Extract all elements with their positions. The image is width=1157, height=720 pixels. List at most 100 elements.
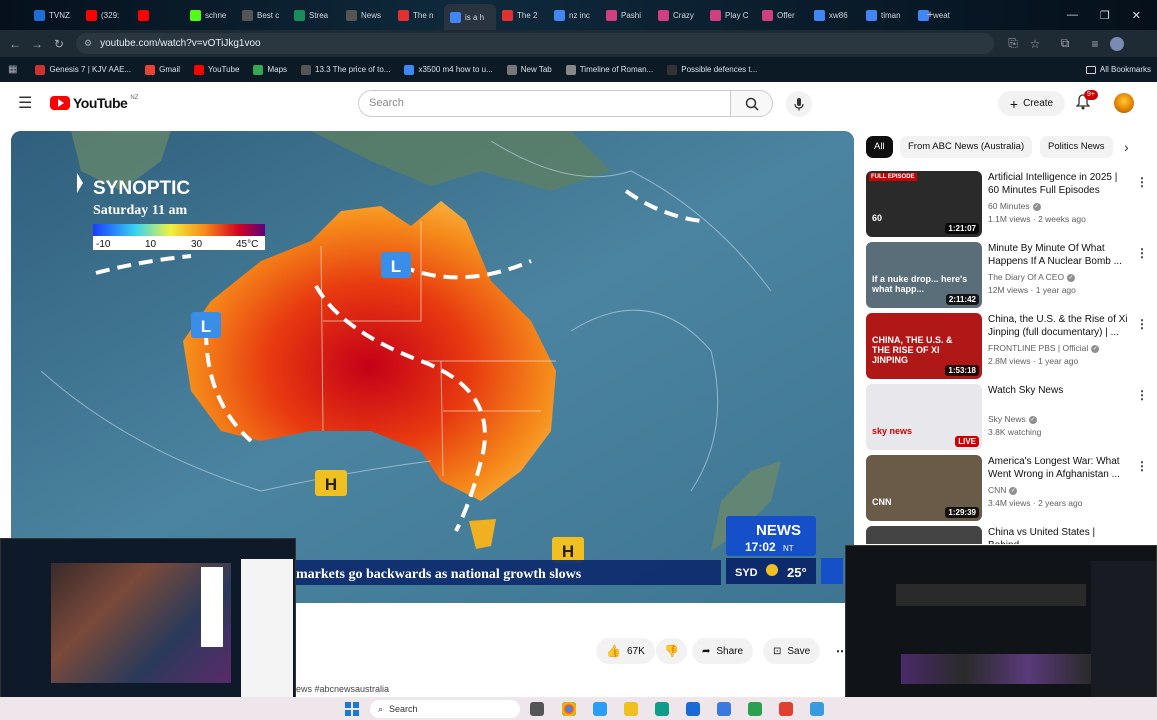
video-player[interactable]: L L H H SYNOPTIC Saturday 11 am -10 10 3… xyxy=(11,131,854,603)
recommendation-item[interactable]: FULL EPISODE 60 1:21:07 Artificial Intellig… xyxy=(866,171,1152,237)
video-thumbnail[interactable]: CHINA, THE U.S. & THE RISE OF XI JINPING… xyxy=(866,313,982,379)
more-options-icon[interactable]: ⋮ xyxy=(1136,388,1148,402)
edge-taskbar-icon[interactable] xyxy=(655,702,669,716)
more-options-icon[interactable]: ⋮ xyxy=(1136,317,1148,331)
recommendation-title[interactable]: China, the U.S. & the Rise of Xi Jinping… xyxy=(988,313,1128,339)
recommendation-title[interactable]: Artificial Intelligence in 2025 | 60 Min… xyxy=(988,171,1128,197)
save-button[interactable]: ⊡ Save xyxy=(763,638,821,664)
youtube-logo[interactable]: YouTube NZ xyxy=(50,95,138,111)
site-info-icon[interactable]: ⚙ xyxy=(84,38,92,49)
browser-tab[interactable]: Pashi xyxy=(600,4,652,26)
apps-grid-icon[interactable]: ▦ xyxy=(8,64,17,75)
browser-tab[interactable]: schne xyxy=(184,4,236,26)
notifications-button[interactable]: 9+ xyxy=(1075,90,1098,115)
voice-search-button[interactable] xyxy=(786,91,812,117)
url-field[interactable]: ⚙ youtube.com/watch?v=vOTiJkg1voo xyxy=(76,33,994,54)
bookmark-item[interactable]: Genesis 7 | KJV AAE... xyxy=(35,64,131,75)
video-thumbnail[interactable]: sky news LIVE xyxy=(866,384,982,450)
app-taskbar-icon-6[interactable] xyxy=(810,702,824,716)
bookmark-item[interactable]: YouTube xyxy=(194,64,239,75)
app-taskbar-icon-3[interactable] xyxy=(717,702,731,716)
recommendation-item[interactable]: sky news LIVE Watch Sky News Sky News ✓ 3.8K … xyxy=(866,384,1152,450)
browser-tab[interactable]: nz inc xyxy=(548,4,600,26)
browser-tab[interactable]: is a h xyxy=(444,4,496,30)
browser-tab[interactable]: Crazy xyxy=(652,4,704,26)
browser-tab[interactable]: Best c xyxy=(236,4,288,26)
filter-chip[interactable]: Politics News xyxy=(1040,136,1113,158)
sidebar-icon[interactable]: ≡ xyxy=(1084,37,1106,51)
more-options-icon[interactable]: ⋮ xyxy=(1136,459,1148,473)
chips-next-icon[interactable]: › xyxy=(1124,139,1129,155)
more-options-icon[interactable]: ⋮ xyxy=(1136,246,1148,260)
close-window-button[interactable]: ✕ xyxy=(1132,9,1141,22)
browser-tab[interactable]: Offer xyxy=(756,4,808,26)
like-button[interactable]: 👍 67K xyxy=(596,638,655,664)
bookmark-item[interactable]: New Tab xyxy=(506,64,552,75)
browser-tab[interactable] xyxy=(132,4,184,26)
dislike-button[interactable]: 👎 xyxy=(656,638,687,664)
browser-tab[interactable]: Play C xyxy=(704,4,756,26)
browser-tab[interactable]: TVNZ xyxy=(28,4,80,26)
create-button[interactable]: + Create xyxy=(998,91,1065,116)
browser-tab[interactable]: The 2 xyxy=(496,4,548,26)
filter-chip[interactable]: All xyxy=(866,136,893,158)
minimize-button[interactable]: — xyxy=(1067,9,1078,21)
bookmark-item[interactable]: Gmail xyxy=(145,64,180,75)
recommendation-title[interactable]: China vs United States | Behind xyxy=(988,526,1128,544)
bookmark-item[interactable]: Maps xyxy=(253,64,287,75)
recommendation-item[interactable]: CHINA, THE U.S. & THE RISE OF XI JINPING… xyxy=(866,313,1152,379)
bookmark-item[interactable]: x3500 m4 how to u... xyxy=(404,64,493,75)
channel-name[interactable]: FRONTLINE PBS | Official ✓ xyxy=(988,343,1100,353)
channel-name[interactable]: The Diary Of A CEO ✓ xyxy=(988,272,1076,282)
reload-icon[interactable]: ↻ xyxy=(48,37,70,51)
filter-chip[interactable]: From ABC News (Australia) xyxy=(900,136,1033,158)
browser-tab[interactable]: The n xyxy=(392,4,444,26)
bookmark-item[interactable]: 13.3 The price of to... xyxy=(301,64,390,75)
video-thumbnail[interactable]: CNN 1:29:39 xyxy=(866,455,982,521)
recommendation-title[interactable]: America's Longest War: What Went Wrong i… xyxy=(988,455,1128,481)
channel-name[interactable]: Sky News ✓ xyxy=(988,414,1037,424)
bookmark-item[interactable]: Timeline of Roman... xyxy=(565,64,653,75)
recommendation-title[interactable]: Minute By Minute Of What Happens If A Nu… xyxy=(988,242,1128,268)
recommendation-item[interactable]: China vs United States | Behind xyxy=(866,526,1152,544)
app-taskbar-icon-2[interactable] xyxy=(686,702,700,716)
menu-icon[interactable]: ☰ xyxy=(18,93,32,113)
recommendation-title[interactable]: Watch Sky News xyxy=(988,384,1128,397)
app-taskbar-icon-1[interactable] xyxy=(593,702,607,716)
browser-tab[interactable]: weat xyxy=(912,4,964,26)
windows-start-icon[interactable] xyxy=(345,702,359,716)
file-explorer-icon[interactable] xyxy=(624,702,638,716)
forward-icon[interactable]: → xyxy=(26,37,48,51)
search-button[interactable] xyxy=(730,90,773,117)
video-thumbnail[interactable] xyxy=(866,526,982,544)
app-taskbar-icon-4[interactable] xyxy=(748,702,762,716)
taskbar-search[interactable]: ⌕ Search xyxy=(370,700,520,718)
bookmark-item[interactable]: Possible defences t... xyxy=(667,64,757,75)
maximize-button[interactable]: ❐ xyxy=(1100,9,1110,22)
video-thumbnail[interactable]: If a nuke drop... here's what happ... 2:1… xyxy=(866,242,982,308)
channel-name[interactable]: CNN ✓ xyxy=(988,485,1018,495)
app-taskbar-icon-5[interactable] xyxy=(779,702,793,716)
channel-name[interactable]: 60 Minutes ✓ xyxy=(988,201,1041,211)
recommendation-item[interactable]: CNN 1:29:39 America's Longest War: What We… xyxy=(866,455,1152,521)
search-input[interactable]: Search xyxy=(358,90,731,117)
browser-tab[interactable]: (329: xyxy=(80,4,132,26)
account-avatar[interactable] xyxy=(1114,93,1134,113)
share-button[interactable]: ➦ Share xyxy=(692,638,754,664)
browser-tab[interactable]: xw86 xyxy=(808,4,860,26)
recommendation-item[interactable]: If a nuke drop... here's what happ... 2:1… xyxy=(866,242,1152,308)
video-thumbnail[interactable]: FULL EPISODE 60 1:21:07 xyxy=(866,171,982,237)
install-icon[interactable]: ⎘ xyxy=(1002,36,1024,51)
bookmark-star-icon[interactable]: ☆ xyxy=(1024,37,1046,51)
all-bookmarks-link[interactable]: All Bookmarks xyxy=(1085,65,1151,74)
browser-tab[interactable]: News xyxy=(340,4,392,26)
more-options-icon[interactable]: ⋮ xyxy=(1136,175,1148,189)
task-view-icon[interactable] xyxy=(530,702,544,716)
back-icon[interactable]: ← xyxy=(4,37,26,51)
extensions-icon[interactable]: ⧉ xyxy=(1054,36,1076,51)
new-tab-button[interactable]: + xyxy=(927,9,933,21)
profile-avatar[interactable] xyxy=(1110,36,1124,51)
chrome-taskbar-icon[interactable] xyxy=(562,702,576,716)
browser-tab[interactable]: Strea xyxy=(288,4,340,26)
browser-tab[interactable]: timan xyxy=(860,4,912,26)
